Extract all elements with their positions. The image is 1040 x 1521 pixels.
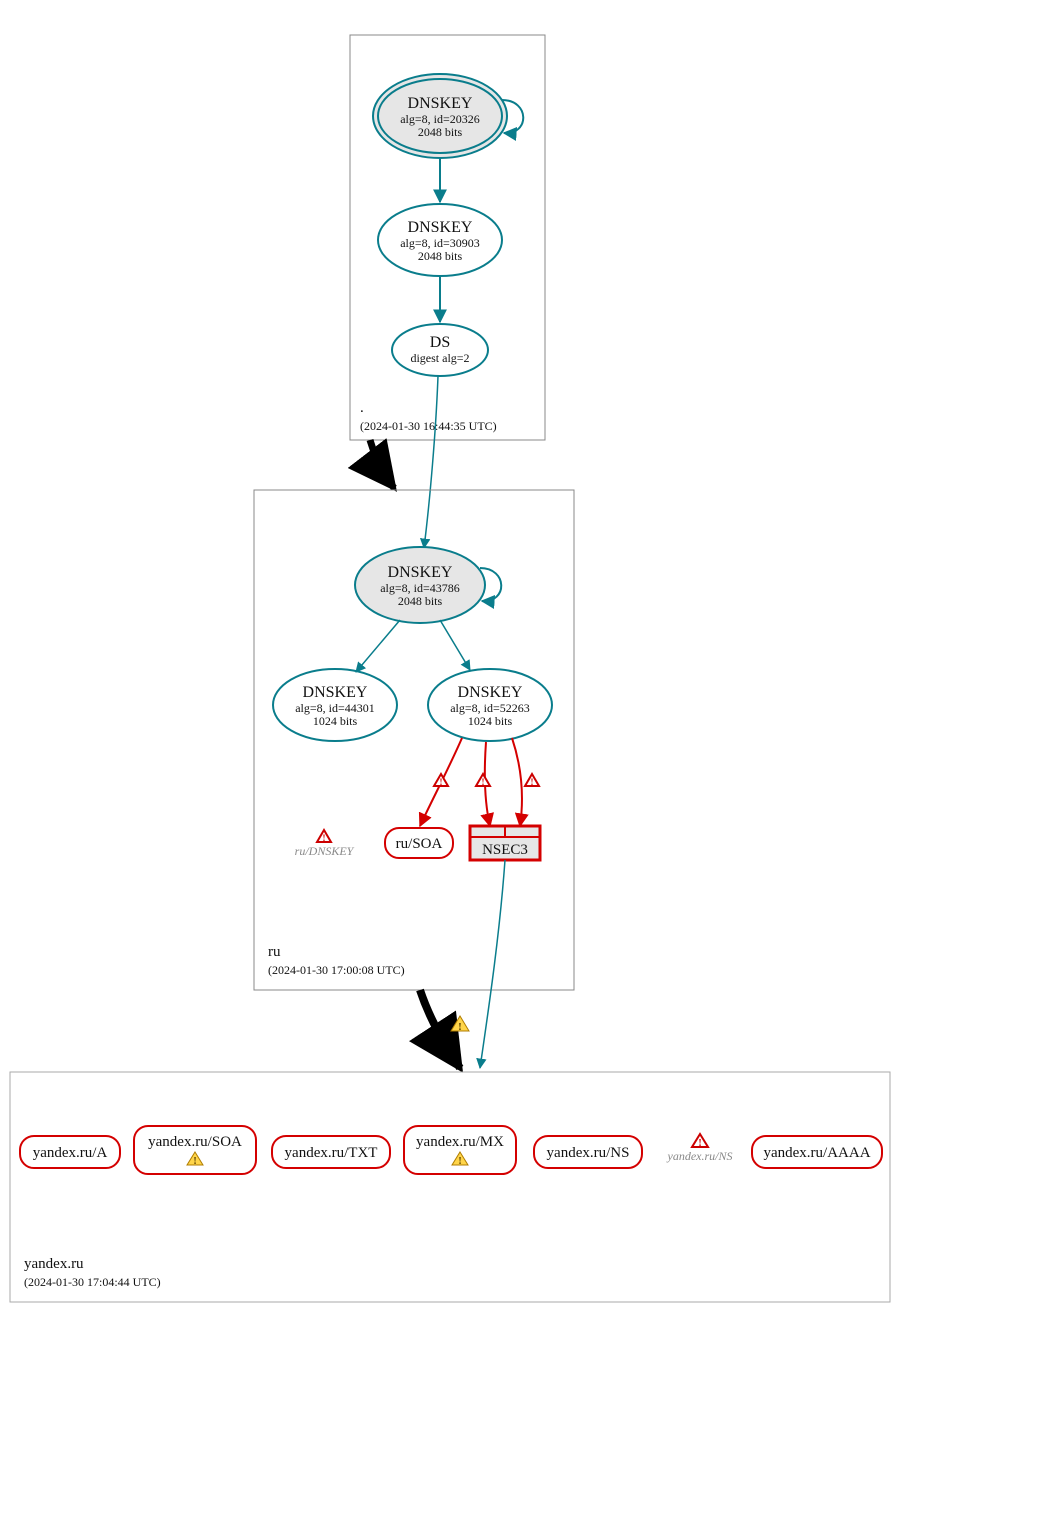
svg-text:DNSKEY: DNSKEY	[408, 219, 473, 236]
edge-ds-ru-ksk	[424, 376, 438, 548]
svg-text:!: !	[482, 777, 485, 787]
warn-icon: !	[317, 830, 331, 843]
zone-ru-timestamp: (2024-01-30 17:00:08 UTC)	[268, 963, 405, 977]
svg-text:yandex.ru/NS: yandex.ru/NS	[667, 1149, 733, 1163]
svg-text:2048 bits: 2048 bits	[418, 249, 463, 263]
svg-text:yandex.ru/SOA: yandex.ru/SOA	[148, 1134, 242, 1150]
svg-text:DS: DS	[430, 334, 450, 351]
svg-text:alg=8, id=20326: alg=8, id=20326	[400, 112, 480, 126]
svg-text:DNSKEY: DNSKEY	[458, 684, 523, 701]
svg-text:yandex.ru/MX: yandex.ru/MX	[416, 1134, 504, 1150]
edge-ruksk-zsk2	[440, 620, 470, 670]
node-ru-dnskey-missing: ru/DNSKEY	[295, 844, 355, 858]
svg-text:!: !	[193, 1156, 196, 1167]
warn-icon: !	[476, 774, 490, 787]
svg-text:!: !	[531, 777, 534, 787]
zone-ru-label: ru	[268, 944, 281, 960]
svg-text:2048 bits: 2048 bits	[418, 125, 463, 139]
node-yandex-ns: yandex.ru/NS	[534, 1136, 642, 1168]
zone-yandex-label: yandex.ru	[24, 1256, 84, 1272]
zone-yandex-box	[10, 1072, 890, 1302]
node-ru-zsk1: DNSKEY alg=8, id=44301 1024 bits	[273, 669, 397, 741]
svg-text:ru/SOA: ru/SOA	[396, 836, 443, 852]
node-yandex-txt: yandex.ru/TXT	[272, 1136, 390, 1168]
svg-text:!: !	[440, 777, 443, 787]
node-yandex-aaaa: yandex.ru/AAAA	[752, 1136, 882, 1168]
svg-text:!: !	[458, 1021, 462, 1033]
node-root-zsk: DNSKEY alg=8, id=30903 2048 bits	[378, 204, 502, 276]
warn-icon: !	[525, 774, 539, 787]
node-ru-soa: ru/SOA	[385, 828, 453, 858]
node-ru-zsk2: DNSKEY alg=8, id=52263 1024 bits	[428, 669, 552, 741]
svg-text:NSEC3: NSEC3	[482, 842, 528, 858]
svg-text:!: !	[698, 1138, 701, 1149]
zone-yandex-timestamp: (2024-01-30 17:04:44 UTC)	[24, 1275, 161, 1289]
node-ru-nsec3: NSEC3	[470, 826, 540, 860]
warn-icon-yellow: !	[451, 1016, 469, 1033]
svg-text:!: !	[323, 833, 326, 843]
svg-text:!: !	[458, 1156, 461, 1167]
warn-icon: !	[434, 774, 448, 787]
svg-text:DNSKEY: DNSKEY	[303, 684, 368, 701]
node-ru-ksk: DNSKEY alg=8, id=43786 2048 bits	[355, 547, 485, 623]
svg-text:yandex.ru/NS: yandex.ru/NS	[547, 1145, 630, 1161]
node-yandex-ns-missing: yandex.ru/NS	[667, 1149, 733, 1163]
svg-text:alg=8, id=30903: alg=8, id=30903	[400, 236, 480, 250]
zone-root-timestamp: (2024-01-30 16:44:35 UTC)	[360, 419, 497, 433]
svg-text:alg=8, id=52263: alg=8, id=52263	[450, 701, 530, 715]
svg-text:DNSKEY: DNSKEY	[388, 564, 453, 581]
svg-text:ru/DNSKEY: ru/DNSKEY	[295, 844, 355, 858]
svg-text:alg=8, id=43786: alg=8, id=43786	[380, 581, 460, 595]
node-root-ds: DS digest alg=2	[392, 324, 488, 376]
svg-text:yandex.ru/AAAA: yandex.ru/AAAA	[763, 1145, 870, 1161]
zone-root-label: .	[360, 400, 364, 416]
edge-root-ru-delegation	[370, 440, 394, 488]
svg-text:digest alg=2: digest alg=2	[410, 351, 469, 365]
svg-text:2048 bits: 2048 bits	[398, 594, 443, 608]
svg-text:DNSKEY: DNSKEY	[408, 95, 473, 112]
svg-text:yandex.ru/TXT: yandex.ru/TXT	[285, 1145, 378, 1161]
edge-ruksk-zsk1	[356, 620, 400, 672]
svg-text:yandex.ru/A: yandex.ru/A	[33, 1145, 108, 1161]
node-yandex-a: yandex.ru/A	[20, 1136, 120, 1168]
svg-text:1024 bits: 1024 bits	[313, 714, 358, 728]
edge-nsec3-yandex	[480, 860, 505, 1068]
warn-icon: !	[692, 1134, 708, 1149]
svg-text:alg=8, id=44301: alg=8, id=44301	[295, 701, 375, 715]
svg-text:1024 bits: 1024 bits	[468, 714, 513, 728]
node-root-ksk: DNSKEY alg=8, id=20326 2048 bits	[373, 74, 507, 158]
edge-zsk2-nsec3b	[512, 738, 522, 826]
